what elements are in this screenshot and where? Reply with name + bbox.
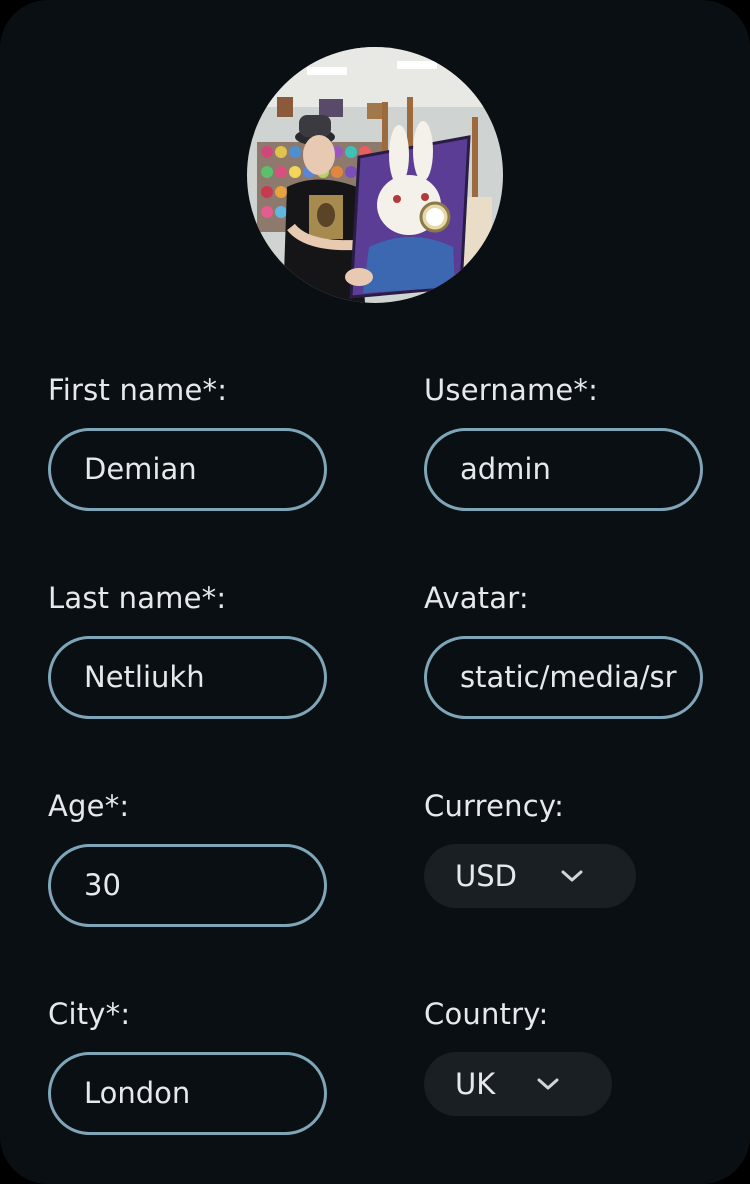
city-input[interactable]: London — [48, 1052, 327, 1135]
currency-label: Currency: — [424, 789, 565, 823]
username-label: Username*: — [424, 373, 599, 407]
last-name-label: Last name*: — [48, 581, 227, 615]
avatar-photo — [247, 47, 503, 303]
currency-select-value: USD — [455, 859, 517, 893]
profile-card: First name*: Demian Username*: admin Las… — [0, 0, 750, 1184]
avatar-image[interactable] — [247, 47, 503, 303]
age-input[interactable]: 30 — [48, 844, 327, 927]
last-name-input[interactable]: Netliukh — [48, 636, 327, 719]
country-select-value: UK — [455, 1067, 496, 1101]
username-input[interactable]: admin — [424, 428, 703, 511]
first-name-label: First name*: — [48, 373, 228, 407]
avatar-input[interactable]: static/media/sr — [424, 636, 703, 719]
country-select[interactable]: UK — [424, 1052, 612, 1116]
avatar-label: Avatar: — [424, 581, 529, 615]
currency-select[interactable]: USD — [424, 844, 636, 908]
first-name-input[interactable]: Demian — [48, 428, 327, 511]
chevron-down-icon — [537, 1078, 559, 1090]
chevron-down-icon — [561, 870, 583, 882]
city-label: City*: — [48, 997, 131, 1031]
age-label: Age*: — [48, 789, 130, 823]
country-label: Country: — [424, 997, 549, 1031]
